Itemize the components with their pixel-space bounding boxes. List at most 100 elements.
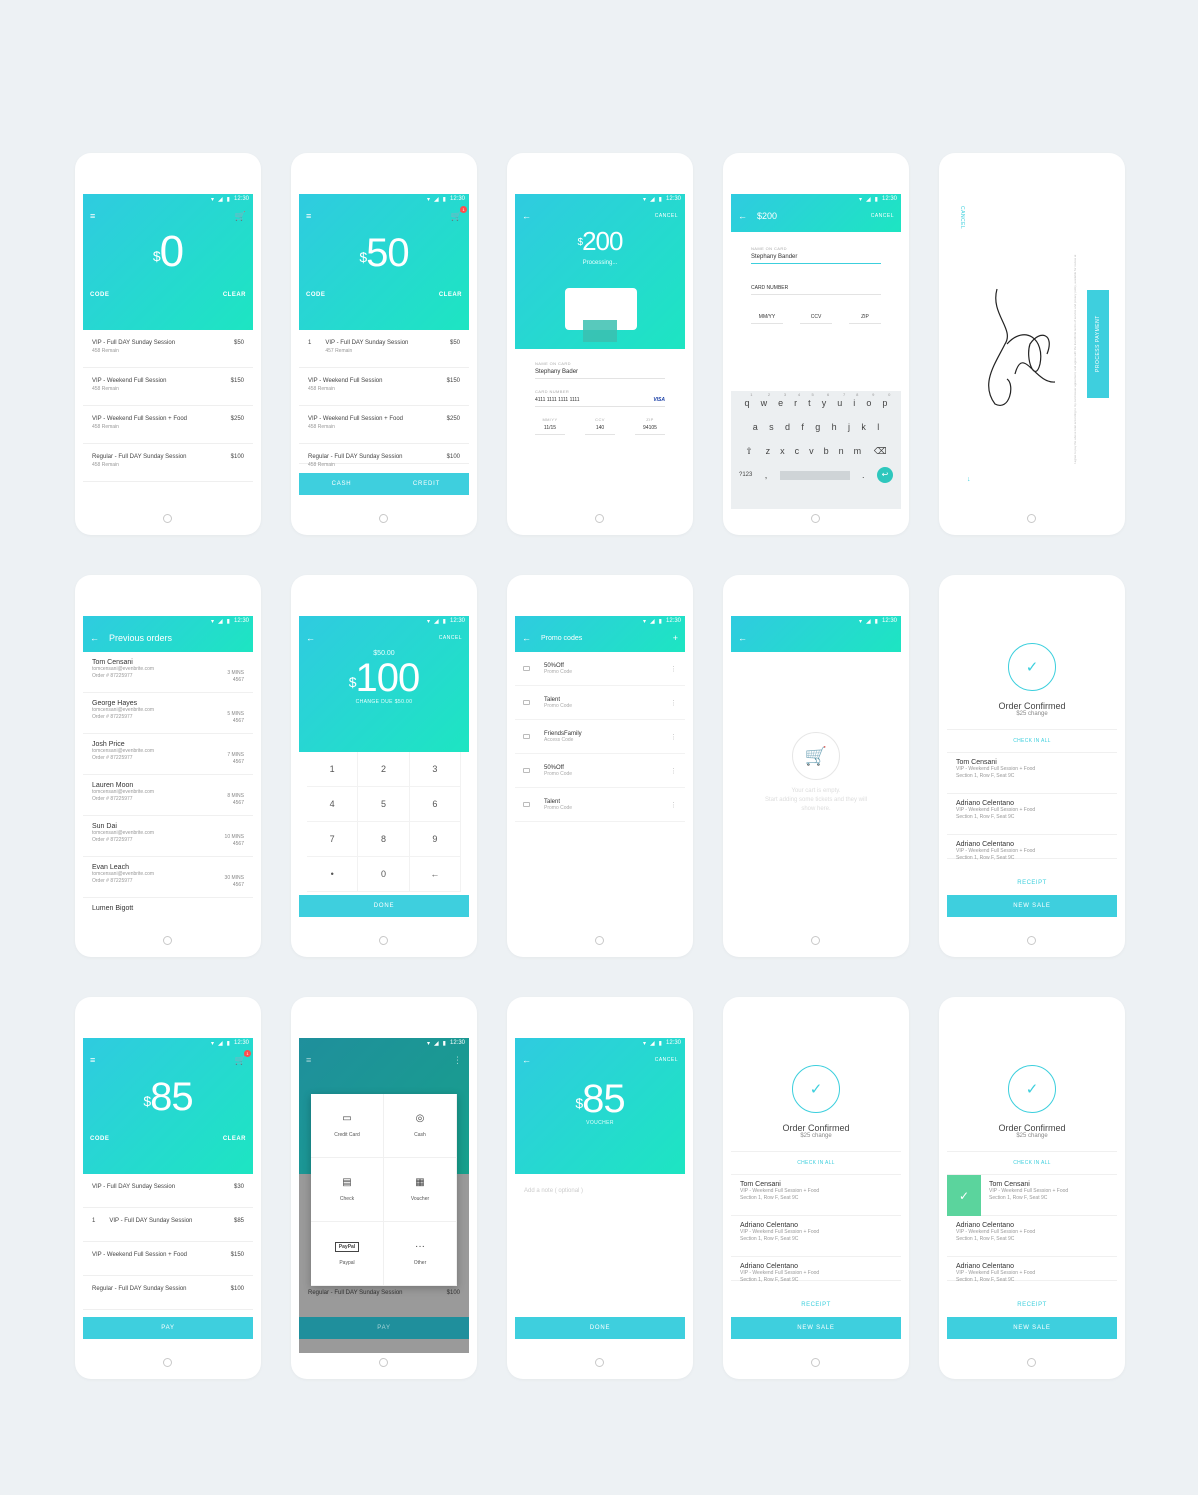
promo-row[interactable]: 50%Off Promo Code ⋮ (515, 652, 685, 686)
process-payment-button[interactable]: PROCESS PAYMENT (1087, 290, 1109, 398)
keyboard-key[interactable]: i8 (853, 392, 858, 408)
home-button[interactable] (163, 936, 172, 945)
cancel-button[interactable]: CANCEL (959, 206, 965, 229)
promo-row[interactable]: Talent Promo Code ⋮ (515, 686, 685, 720)
attendee-row[interactable]: Adriano Celentano VIP - Weekend Full Sess… (947, 1257, 1117, 1283)
keyboard-key[interactable]: y6 (822, 392, 830, 408)
cart-icon[interactable]: 🛒 (235, 211, 246, 222)
code-button[interactable]: CODE (90, 292, 109, 298)
keyboard-key[interactable]: p0 (882, 392, 890, 408)
checked-in-icon[interactable]: ✓ (947, 1175, 981, 1216)
other-option[interactable]: ··· Other (384, 1222, 457, 1286)
check-option[interactable]: ▤ Check (311, 1158, 384, 1222)
code-button[interactable]: CODE (306, 292, 325, 298)
check-in-all-button[interactable]: CHECK IN ALL (947, 729, 1117, 744)
new-sale-button[interactable]: NEW SALE (947, 1317, 1117, 1339)
keypad-key[interactable]: 2 (358, 752, 410, 787)
order-row[interactable]: Josh Price tomcensani@evenbrite.com Order … (83, 734, 253, 775)
keyboard-key[interactable]: n (839, 446, 844, 456)
card-number-field[interactable]: 4111 1111 1111 1111 (535, 397, 580, 403)
home-button[interactable] (811, 936, 820, 945)
ticket-row[interactable]: Regular - Full DAY Sunday Session $100 (83, 1276, 253, 1310)
attendee-row[interactable]: Adriano Celentano VIP - Weekend Full Sess… (947, 1216, 1117, 1257)
symbols-key[interactable]: ?123 (739, 472, 752, 478)
done-button[interactable]: DONE (515, 1317, 685, 1339)
card-number-field[interactable]: CARD NUMBER (751, 282, 881, 295)
ticket-row[interactable]: 1 VIP - Full DAY Sunday Session $85 (83, 1208, 253, 1242)
menu-icon[interactable]: ≡ (90, 211, 95, 221)
keypad-key[interactable]: • (307, 857, 359, 892)
signature-drawing[interactable] (985, 284, 1065, 414)
promo-row[interactable]: 50%Off Promo Code ⋮ (515, 754, 685, 788)
home-button[interactable] (811, 1358, 820, 1367)
space-key[interactable] (779, 470, 850, 480)
keyboard-key[interactable]: q1 (745, 392, 753, 408)
keyboard-key[interactable]: c (795, 446, 800, 456)
keypad-key[interactable]: 6 (409, 787, 461, 822)
attendee-row[interactable]: Tom Censani VIP - Weekend Full Session + … (947, 753, 1117, 794)
shift-key-icon[interactable]: ⇧ (745, 446, 753, 457)
keypad-key[interactable]: 7 (307, 822, 359, 857)
promo-row[interactable]: FriendsFamily Access Code ⋮ (515, 720, 685, 754)
arrow-down-icon[interactable]: ↓ (967, 476, 971, 483)
attendee-row[interactable]: Adriano Celentano VIP - Weekend Full Sess… (731, 1216, 901, 1257)
enter-key-icon[interactable]: ↩ (876, 467, 893, 483)
keypad-key[interactable]: 9 (409, 822, 461, 857)
cardholder-name-field[interactable]: Stephany Bader (535, 366, 665, 379)
keyboard-key[interactable]: u7 (837, 392, 845, 408)
credit-button[interactable]: CREDIT (384, 481, 469, 487)
ccv-field[interactable]: 140 (585, 422, 615, 435)
back-arrow-icon[interactable]: ← (738, 633, 747, 643)
cancel-button[interactable]: CANCEL (655, 213, 678, 219)
keypad-key[interactable]: 1 (307, 752, 359, 787)
order-row[interactable]: Tom Censani tomcensani@evenbrite.com Order… (83, 652, 253, 693)
clear-button[interactable]: CLEAR (223, 292, 246, 298)
ticket-row[interactable]: VIP - Weekend Full Session 458 Remain $150 (83, 368, 253, 406)
ticket-row[interactable]: VIP - Weekend Full Session + Food 458 Rem… (83, 406, 253, 444)
back-arrow-icon[interactable]: ← (90, 633, 99, 643)
cash-option[interactable]: ◎ Cash (384, 1094, 457, 1158)
home-button[interactable] (1027, 936, 1036, 945)
keyboard-key[interactable]: j (848, 422, 850, 432)
zip-field[interactable]: ZIP (849, 311, 881, 324)
home-button[interactable] (595, 1358, 604, 1367)
keypad-key[interactable]: ← (409, 857, 461, 892)
home-button[interactable] (163, 514, 172, 523)
backspace-key-icon[interactable]: ⌫ (874, 446, 887, 457)
ticket-row[interactable]: VIP - Weekend Full Session + Food $150 (83, 1242, 253, 1276)
attendee-row[interactable]: Adriano Celentano VIP - Weekend Full Sess… (947, 794, 1117, 835)
keyboard-key[interactable]: m (854, 446, 862, 456)
keyboard-key[interactable]: x (780, 446, 785, 456)
zip-field[interactable]: 94105 (635, 422, 665, 435)
new-sale-button[interactable]: NEW SALE (731, 1317, 901, 1339)
cancel-button[interactable]: CANCEL (439, 635, 462, 641)
clear-button[interactable]: CLEAR (223, 1136, 246, 1142)
cancel-button[interactable]: CANCEL (655, 1057, 678, 1063)
ticket-row[interactable]: 1 VIP - Full DAY Sunday Session 457 Remain… (299, 330, 469, 368)
check-in-all-button[interactable]: CHECK IN ALL (731, 1151, 901, 1166)
order-row[interactable]: Lauren Moon tomcensani@evenbrite.com Order… (83, 775, 253, 816)
expiry-field[interactable]: MM/YY (751, 311, 783, 324)
credit-card-option[interactable]: ▭ Credit Card (311, 1094, 384, 1158)
ccv-field[interactable]: CCV (800, 311, 832, 324)
home-button[interactable] (379, 1358, 388, 1367)
home-button[interactable] (163, 1358, 172, 1367)
more-icon[interactable]: ⋮ (670, 733, 677, 741)
keypad-key[interactable]: 0 (358, 857, 410, 892)
more-icon[interactable]: ⋮ (670, 665, 677, 673)
keyboard-key[interactable]: b (824, 446, 829, 456)
order-row[interactable]: Evan Leach tomcensani@evenbrite.com Order … (83, 857, 253, 898)
receipt-button[interactable]: RECEIPT (947, 1302, 1117, 1308)
ticket-row[interactable]: VIP - Weekend Full Session 458 Remain $150 (299, 368, 469, 406)
order-row[interactable]: Lumen Bigott (83, 898, 253, 931)
home-button[interactable] (595, 514, 604, 523)
back-arrow-icon[interactable]: ← (522, 211, 531, 221)
home-button[interactable] (379, 514, 388, 523)
keyboard-key[interactable]: v (809, 446, 814, 456)
ticket-row[interactable]: VIP - Weekend Full Session + Food 458 Rem… (299, 406, 469, 444)
cardholder-name-field[interactable]: Stephany Bander (751, 251, 881, 264)
new-sale-button[interactable]: NEW SALE (947, 895, 1117, 917)
attendee-row[interactable]: Adriano Celentano VIP - Weekend Full Sess… (731, 1257, 901, 1283)
keyboard-key[interactable]: h (832, 422, 837, 432)
keypad-key[interactable]: 4 (307, 787, 359, 822)
